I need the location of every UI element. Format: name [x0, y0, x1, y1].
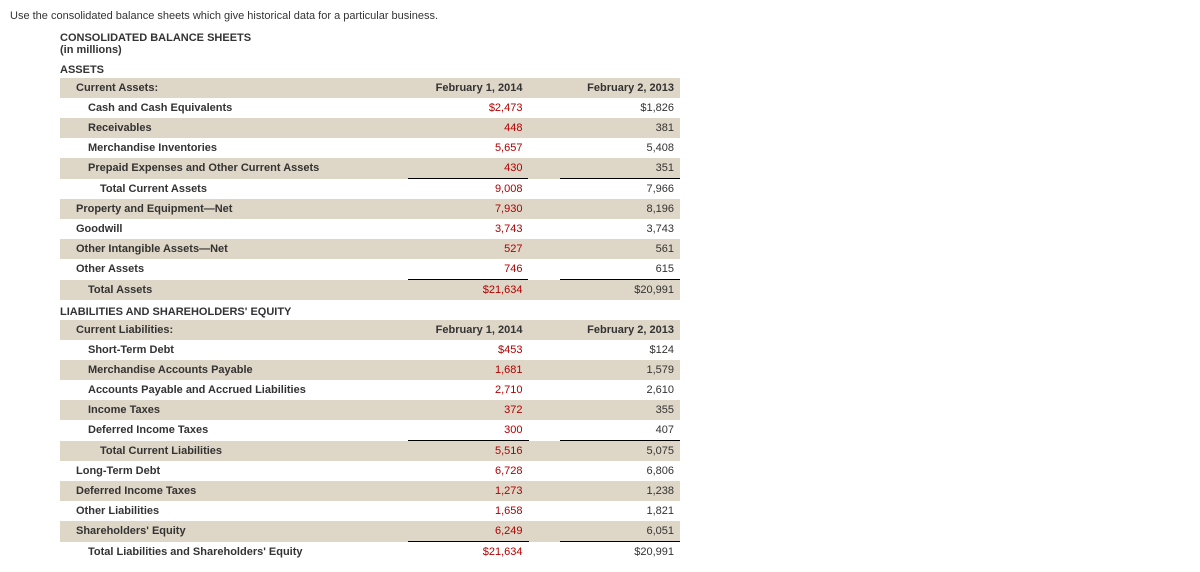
- row-label: Property and Equipment—Net: [60, 199, 408, 219]
- tcl-val2: 5,075: [560, 441, 680, 462]
- row-label: Other Intangible Assets—Net: [60, 239, 408, 259]
- tca-val1: 9,008: [408, 179, 528, 200]
- assets-col2-header: February 2, 2013: [560, 78, 680, 98]
- row-label: Deferred Income Taxes: [60, 420, 408, 441]
- row-label: Income Taxes: [60, 400, 408, 420]
- row-val2: 5,408: [560, 138, 680, 158]
- row-val2: $1,826: [560, 98, 680, 118]
- row-val1: 746: [408, 259, 528, 280]
- assets-heading: ASSETS: [60, 64, 1190, 76]
- row-label: Receivables: [60, 118, 408, 138]
- row-label: Accounts Payable and Accrued Liabilities: [60, 380, 408, 400]
- total-liab-label: Total Liabilities and Shareholders' Equi…: [60, 542, 408, 563]
- doc-subtitle: (in millions): [60, 44, 1190, 56]
- row-val1: $453: [408, 340, 528, 360]
- row-val2: 6,806: [560, 461, 680, 481]
- row-label: Other Assets: [60, 259, 408, 280]
- row-val1: $2,473: [408, 98, 528, 118]
- assets-table: Current Assets: February 1, 2014 Februar…: [60, 78, 680, 300]
- liab-col1-header: February 1, 2014: [408, 320, 528, 340]
- assets-col1-header: February 1, 2014: [408, 78, 528, 98]
- total-assets-val2: $20,991: [560, 280, 680, 301]
- row-val1: 5,657: [408, 138, 528, 158]
- row-val1: 300: [408, 420, 528, 441]
- row-label: Long-Term Debt: [60, 461, 408, 481]
- row-val1: 448: [408, 118, 528, 138]
- row-val2: $124: [560, 340, 680, 360]
- assets-header-label: Current Assets:: [60, 78, 408, 98]
- row-val1: 1,273: [408, 481, 528, 501]
- row-label: Cash and Cash Equivalents: [60, 98, 408, 118]
- row-label: Deferred Income Taxes: [60, 481, 408, 501]
- row-label: Short-Term Debt: [60, 340, 408, 360]
- total-liab-val1: $21,634: [408, 542, 528, 563]
- row-label: Other Liabilities: [60, 501, 408, 521]
- tcl-label: Total Current Liabilities: [60, 441, 408, 462]
- row-val2: 1,579: [560, 360, 680, 380]
- row-val1: 6,728: [408, 461, 528, 481]
- row-label: Prepaid Expenses and Other Current Asset…: [60, 158, 408, 179]
- row-val2: 355: [560, 400, 680, 420]
- tca-val2: 7,966: [560, 179, 680, 200]
- row-label: Merchandise Inventories: [60, 138, 408, 158]
- row-val2: 407: [560, 420, 680, 441]
- row-val2: 1,238: [560, 481, 680, 501]
- row-val2: 381: [560, 118, 680, 138]
- row-val1: 2,710: [408, 380, 528, 400]
- row-val1: 1,658: [408, 501, 528, 521]
- row-val1: 3,743: [408, 219, 528, 239]
- row-val2: 351: [560, 158, 680, 179]
- total-liab-val2: $20,991: [560, 542, 680, 563]
- row-val2: 1,821: [560, 501, 680, 521]
- total-assets-label: Total Assets: [60, 280, 408, 301]
- tca-label: Total Current Assets: [60, 179, 408, 200]
- row-val1: 430: [408, 158, 528, 179]
- page-intro: Use the consolidated balance sheets whic…: [10, 10, 1190, 22]
- row-val1: 6,249: [408, 521, 528, 542]
- row-val2: 8,196: [560, 199, 680, 219]
- liab-header-label: Current Liabilities:: [60, 320, 408, 340]
- row-label: Shareholders' Equity: [60, 521, 408, 542]
- row-val2: 615: [560, 259, 680, 280]
- row-val1: 372: [408, 400, 528, 420]
- doc-title: CONSOLIDATED BALANCE SHEETS: [60, 32, 1190, 44]
- row-val2: 561: [560, 239, 680, 259]
- row-label: Merchandise Accounts Payable: [60, 360, 408, 380]
- row-val2: 2,610: [560, 380, 680, 400]
- liab-col2-header: February 2, 2013: [560, 320, 680, 340]
- row-val1: 7,930: [408, 199, 528, 219]
- row-val2: 3,743: [560, 219, 680, 239]
- tcl-val1: 5,516: [408, 441, 528, 462]
- row-val2: 6,051: [560, 521, 680, 542]
- row-val1: 527: [408, 239, 528, 259]
- row-label: Goodwill: [60, 219, 408, 239]
- row-val1: 1,681: [408, 360, 528, 380]
- liab-heading: LIABILITIES AND SHAREHOLDERS' EQUITY: [60, 306, 1190, 318]
- total-assets-val1: $21,634: [408, 280, 528, 301]
- liab-table: Current Liabilities: February 1, 2014 Fe…: [60, 320, 680, 562]
